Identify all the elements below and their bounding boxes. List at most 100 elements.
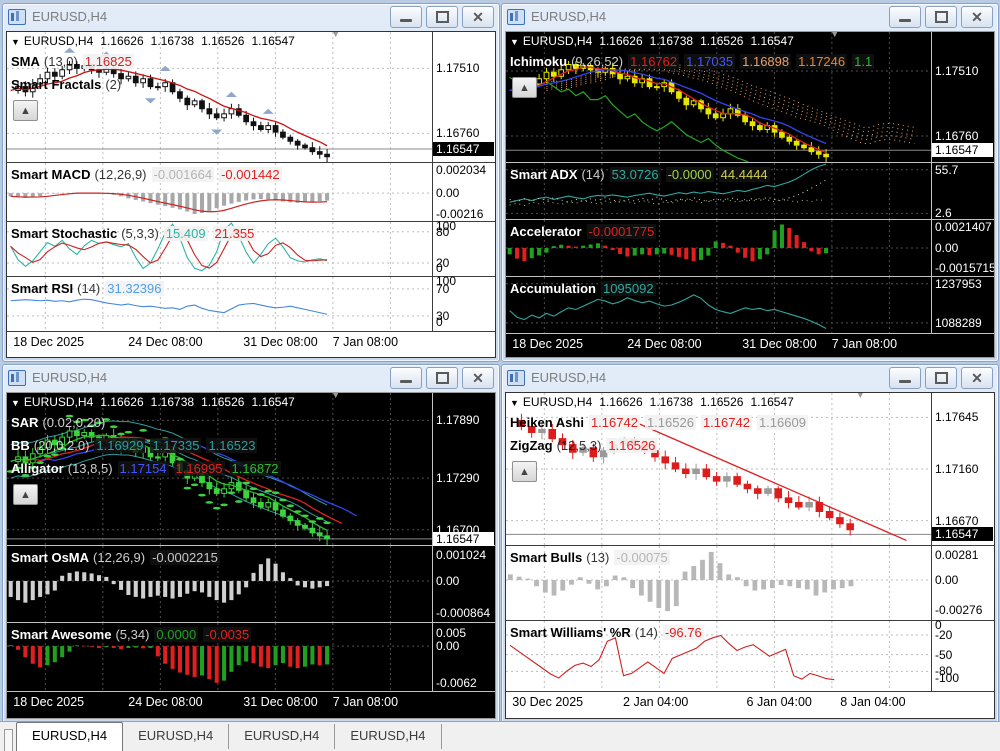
indicator-params: (5,34)	[115, 627, 150, 642]
minimize-button[interactable]	[889, 366, 921, 389]
main-chart-panel[interactable]: ▼ EURUSD,H4 1.16626 1.16738 1.16526 1.16547 SA…	[7, 393, 495, 546]
axis-label: 1.17510	[436, 61, 480, 76]
axis-label: -50	[935, 647, 953, 662]
chart-window-1: EURUSD,H4 ✕ ▼ EURUSD,H4 1.16626 1.16738 1.1652…	[2, 3, 500, 362]
indicator-value: 44.4444	[718, 167, 770, 182]
symbol-dropdown-icon[interactable]: ▼	[11, 37, 20, 47]
chart-window-2: EURUSD,H4 ✕ ▼ EURUSD,H4 1.16626 1.16738 1.1652…	[501, 3, 999, 362]
restore-button[interactable]	[925, 5, 957, 28]
indicator-panel[interactable]: Smart Awesome (5,34) 0.0000 -0.0035 0.005 0.0…	[7, 623, 495, 692]
ohlc-close: 1.16547	[750, 34, 794, 48]
symbol-label: EURUSD,H4	[522, 34, 593, 48]
indicator-panel[interactable]: Smart RSI (14) 31.32396 100 70 30 0	[7, 274, 495, 332]
chart-window-icon	[8, 8, 26, 25]
main-chart-panel[interactable]: ▼ EURUSD,H4 1.16626 1.16738 1.16526 1.16547 He…	[506, 393, 994, 546]
main-chart-panel[interactable]: ▼ EURUSD,H4 1.16626 1.16738 1.16526 1.16547 SM…	[7, 32, 495, 163]
time-axis-label: 7 Jan 08:00	[831, 337, 898, 351]
window-titlebar[interactable]: EURUSD,H4 ✕	[3, 365, 499, 390]
indicator-name: Smart RSI	[11, 281, 74, 296]
indicator-panel[interactable]: Accelerator -0.0001775 0.0021407 0.00 -0.001…	[506, 220, 994, 277]
chart-area: ▼ EURUSD,H4 1.16626 1.16738 1.16526 1.16547 SM…	[6, 31, 496, 358]
symbol-dropdown-icon[interactable]: ▼	[510, 37, 519, 47]
restore-icon	[934, 10, 948, 23]
time-axis[interactable]: 18 Dec 2025 24 Dec 08:00 31 Dec 08:00 7 Jan…	[7, 332, 495, 352]
ohlc-open: 1.16626	[100, 395, 144, 409]
minimize-button[interactable]	[390, 5, 422, 28]
chart-tab-1[interactable]: EURUSD,H4	[16, 722, 124, 751]
main-chart-panel[interactable]: ▼ EURUSD,H4 1.16626 1.16738 1.16526 1.16547 Ic…	[506, 32, 994, 163]
axis-label: 1.16760	[935, 129, 979, 143]
symbol-label: EURUSD,H4	[23, 395, 94, 409]
ohlc-high: 1.16738	[150, 395, 195, 409]
current-price-box: 1.16547	[433, 142, 494, 156]
indicator-label: ZigZag (12,5,3) 1.16526	[510, 438, 658, 453]
chart-tab-4[interactable]: EURUSD,H4	[335, 724, 442, 749]
chart-area: ▼ EURUSD,H4 1.16626 1.16738 1.16526 1.16547 He…	[505, 392, 995, 719]
window-titlebar[interactable]: EURUSD,H4 ✕	[502, 4, 998, 29]
indicator-value: 15.409	[163, 226, 208, 241]
indicator-params: (0.02,0.20)	[42, 415, 106, 430]
indicator-value: -0.0000	[665, 167, 714, 182]
indicator-params: (13,0)	[43, 54, 78, 69]
indicator-label: Smart Bulls (13) -0.00075	[510, 550, 670, 565]
indicator-name: Smart Fractals	[11, 77, 102, 92]
indicator-value: 1.16995	[173, 461, 225, 476]
indicator-panel[interactable]: Smart OsMA (12,26,9) -0.0002215 0.001024 0.0…	[7, 546, 495, 623]
arrow-tool-button[interactable]: ▲	[512, 77, 537, 98]
axis-label: -100	[935, 671, 960, 686]
indicator-value: -0.0001775	[586, 224, 657, 239]
indicator-name: Accelerator	[510, 224, 582, 239]
restore-button[interactable]	[925, 366, 957, 389]
close-icon: ✕	[971, 369, 983, 386]
indicator-label: Smart Fractals (2)	[11, 77, 121, 92]
time-axis-label: 7 Jan 08:00	[332, 695, 399, 709]
restore-button[interactable]	[426, 5, 458, 28]
indicator-params: (12,26,9)	[93, 550, 146, 565]
minimize-button[interactable]	[390, 366, 422, 389]
ohlc-header: ▼ EURUSD,H4 1.16626 1.16738 1.16526 1.16547	[11, 34, 295, 48]
symbol-dropdown-icon[interactable]: ▼	[510, 398, 519, 408]
time-axis-label: 18 Dec 2025	[512, 337, 584, 351]
restore-button[interactable]	[426, 366, 458, 389]
window-titlebar[interactable]: EURUSD,H4 ✕	[502, 365, 998, 390]
indicator-value: 53.0726	[609, 167, 661, 182]
time-axis[interactable]: 18 Dec 2025 24 Dec 08:00 31 Dec 08:00 7 Jan…	[506, 334, 994, 354]
indicator-value: 31.32396	[105, 281, 164, 296]
indicator-panel[interactable]: Smart MACD (12,26,9) -0.001664 -0.001442 0.0…	[7, 163, 495, 222]
indicator-value: 1.16609	[756, 415, 808, 430]
axis-label: 55.7	[935, 162, 959, 177]
chart-window-icon	[507, 369, 525, 386]
close-button[interactable]: ✕	[462, 366, 494, 389]
indicator-panel[interactable]: Smart ADX (14) 53.0726 -0.0000 44.4444 55.7 2.…	[506, 163, 994, 220]
close-button[interactable]: ✕	[961, 5, 993, 28]
chart-tab-2[interactable]: EURUSD,H4	[123, 724, 230, 749]
indicator-label: BB (20,0,2.0) 1.16929 1.17335 1.16523	[11, 438, 258, 453]
price-axis: 1.17510 1.16760 1.16547	[931, 32, 994, 162]
arrow-tool-button[interactable]: ▲	[512, 461, 537, 482]
price-axis: 0.005 0.00 -0.0062	[432, 623, 495, 691]
indicator-panel[interactable]: Smart Bulls (13) -0.00075 0.00281 0.00 -0.002…	[506, 546, 994, 621]
axis-label: -0.00276	[935, 602, 983, 617]
ohlc-low: 1.16526	[700, 395, 744, 409]
indicator-name: Smart MACD	[11, 167, 91, 182]
arrow-tool-button[interactable]: ▲	[13, 100, 38, 121]
axis-label: 0.00	[935, 241, 959, 255]
minimize-button[interactable]	[889, 5, 921, 28]
close-button[interactable]: ✕	[961, 366, 993, 389]
indicator-value: 1.17246	[796, 54, 848, 69]
indicator-panel[interactable]: Accumulation 1095092 1237953 1088289	[506, 277, 994, 334]
indicator-panel[interactable]: Smart Williams' %R (14) -96.76 0 -20 -50 -80 -1…	[506, 618, 994, 692]
time-axis-label: 2 Jan 04:00	[623, 695, 689, 709]
axis-label: 1237953	[935, 276, 982, 291]
indicator-value: 1.16526	[644, 415, 696, 430]
time-axis[interactable]: 30 Dec 2025 2 Jan 04:00 6 Jan 04:00 8 Jan 0…	[506, 692, 994, 712]
chart-tab-3[interactable]: EURUSD,H4	[229, 724, 336, 749]
time-axis[interactable]: 18 Dec 2025 24 Dec 08:00 31 Dec 08:00 7 Jan…	[7, 692, 495, 712]
indicator-panel[interactable]: Smart Stochastic (5,3,3) 15.409 21.355 100 80…	[7, 219, 495, 277]
arrow-tool-button[interactable]: ▲	[13, 484, 38, 505]
symbol-dropdown-icon[interactable]: ▼	[11, 398, 20, 408]
window-titlebar[interactable]: EURUSD,H4 ✕	[3, 4, 499, 29]
close-button[interactable]: ✕	[462, 5, 494, 28]
indicator-params: (2)	[105, 77, 122, 92]
current-price-box: 1.16547	[932, 527, 993, 542]
